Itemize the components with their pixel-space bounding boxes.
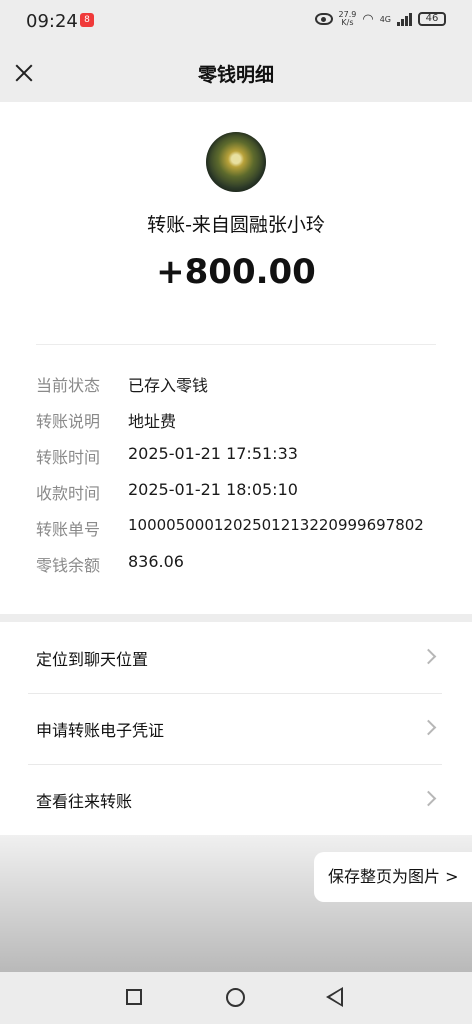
chevron-right-icon	[420, 648, 437, 665]
detail-label: 转账单号	[36, 520, 101, 539]
divider	[36, 344, 436, 345]
detail-value: 836.06	[128, 552, 184, 571]
eye-icon	[314, 13, 333, 25]
transfer-payer: 转账-来自圆融张小玲	[147, 214, 325, 236]
detail-row-status: 当前状态 已存入零钱	[36, 372, 456, 396]
request-voucher-item[interactable]: 申请转账电子凭证	[0, 693, 472, 763]
detail-value: 已存入零钱	[128, 376, 209, 395]
detail-row-remark: 转账说明 地址费	[36, 408, 456, 432]
status-bar: 09:24 8 27.9 K/s ◠ 4G 46	[0, 0, 472, 44]
network-type: 4G	[379, 14, 391, 24]
app-notification-icon: 8	[80, 13, 94, 27]
chevron-right-icon	[420, 719, 437, 736]
transfer-amount: +800.00	[156, 252, 316, 292]
action-list: 定位到聊天位置 申请转账电子凭证 查看往来转账	[0, 622, 472, 835]
detail-label: 当前状态	[36, 376, 101, 395]
menu-item-label: 申请转账电子凭证	[36, 721, 165, 740]
system-nav-bar	[0, 972, 472, 1024]
detail-value: 地址费	[128, 412, 177, 431]
status-icons: 27.9 K/s ◠ 4G 46	[314, 10, 446, 27]
transfer-card: 转账-来自圆融张小玲 +800.00 当前状态 已存入零钱 转账说明 地址费 转…	[0, 102, 472, 614]
detail-row-balance: 零钱余额 836.06	[36, 552, 456, 576]
recent-apps-icon[interactable]	[126, 989, 142, 1005]
save-page-image-button[interactable]: 保存整页为图片 >	[314, 852, 472, 902]
status-time: 09:24	[26, 11, 78, 32]
header: 零钱明细	[0, 44, 472, 102]
detail-row-order-number: 转账单号 1000050001202501213220999697802	[36, 516, 456, 540]
menu-item-label: 定位到聊天位置	[36, 650, 149, 669]
avatar	[206, 132, 266, 192]
battery-icon: 46	[418, 12, 446, 26]
net-speed: 27.9 K/s	[338, 10, 357, 27]
menu-item-label: 查看往来转账	[36, 792, 133, 811]
detail-label: 收款时间	[36, 484, 101, 503]
chevron-right-icon	[420, 790, 437, 807]
detail-row-transfer-time: 转账时间 2025-01-21 17:51:33	[36, 444, 456, 468]
detail-row-receive-time: 收款时间 2025-01-21 18:05:10	[36, 480, 456, 504]
home-icon[interactable]	[226, 988, 245, 1007]
detail-value: 1000050001202501213220999697802	[128, 516, 424, 534]
transfer-history-item[interactable]: 查看往来转账	[0, 764, 472, 834]
detail-value: 2025-01-21 17:51:33	[128, 444, 298, 463]
detail-label: 零钱余额	[36, 556, 101, 575]
signal-icon	[397, 12, 412, 26]
detail-label: 转账时间	[36, 448, 101, 467]
detail-value: 2025-01-21 18:05:10	[128, 480, 298, 499]
wifi-icon: ◠	[362, 11, 374, 27]
back-icon[interactable]	[326, 987, 343, 1007]
locate-chat-item[interactable]: 定位到聊天位置	[0, 622, 472, 692]
page-title: 零钱明细	[197, 64, 274, 86]
detail-label: 转账说明	[36, 412, 101, 431]
